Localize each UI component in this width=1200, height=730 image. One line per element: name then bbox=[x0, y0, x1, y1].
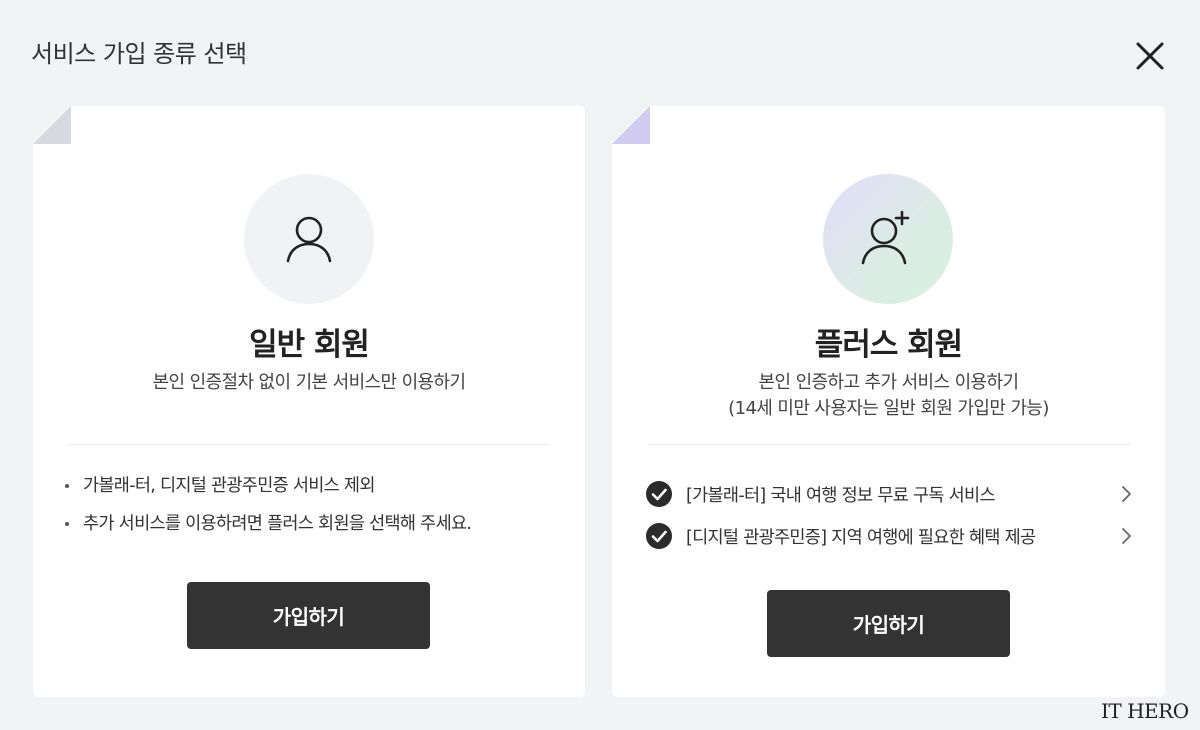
feature-text: [디지털 관광주민증] 지역 여행에 필요한 혜택 제공 bbox=[686, 527, 1036, 548]
check-circle-icon bbox=[646, 523, 672, 549]
close-button[interactable] bbox=[1130, 36, 1170, 76]
note-text: 가볼래-터, 디지털 관광주민증 서비스 제외 bbox=[83, 476, 375, 496]
chevron-right-icon[interactable] bbox=[1115, 483, 1137, 505]
basic-avatar bbox=[244, 174, 374, 304]
user-icon bbox=[286, 216, 332, 263]
subtitle-line: 본인 인증하고 추가 서비스 이용하기 bbox=[758, 372, 1019, 393]
subtitle-line: (14세 미만 사용자는 일반 회원 가입만 가능) bbox=[728, 398, 1049, 419]
plus-avatar bbox=[823, 174, 953, 304]
close-icon[interactable] bbox=[1130, 36, 1170, 76]
plus-member-title: 플러스 회원 bbox=[814, 327, 963, 363]
check-circle-icon bbox=[646, 481, 672, 507]
feature-text: [가볼래-터] 국내 여행 정보 무료 구독 서비스 bbox=[686, 485, 996, 506]
chevron-right-icon[interactable] bbox=[1115, 525, 1137, 547]
bullet-icon bbox=[65, 522, 69, 526]
divider bbox=[68, 444, 550, 445]
plus-join-button[interactable]: 가입하기 bbox=[767, 590, 1010, 657]
watermark: IT HERO bbox=[1101, 699, 1189, 723]
feature-item-gaboraeter[interactable]: [가볼래-터] 국내 여행 정보 무료 구독 서비스 bbox=[645, 473, 1137, 515]
card-corner-fold bbox=[612, 106, 650, 144]
basic-notes-list: 가볼래-터, 디지털 관광주민증 서비스 제외 추가 서비스를 이용하려면 플러… bbox=[61, 472, 472, 548]
list-item: 가볼래-터, 디지털 관광주민증 서비스 제외 bbox=[61, 472, 471, 510]
feature-item-digital-resident[interactable]: [디지털 관광주민증] 지역 여행에 필요한 혜택 제공 bbox=[645, 515, 1137, 557]
basic-member-title: 일반 회원 bbox=[249, 327, 370, 363]
plus-member-subtitle: 본인 인증하고 추가 서비스 이용하기 (14세 미만 사용자는 일반 회원 가… bbox=[612, 370, 1165, 422]
user-plus-icon bbox=[861, 210, 910, 265]
plus-feature-list: [가볼래-터] 국내 여행 정보 무료 구독 서비스 [디지털 관광주민증] 지… bbox=[645, 473, 1137, 557]
basic-join-button[interactable]: 가입하기 bbox=[187, 582, 430, 649]
divider bbox=[647, 444, 1130, 445]
plus-member-card: 플러스 회원 본인 인증하고 추가 서비스 이용하기 (14세 미만 사용자는 … bbox=[612, 106, 1165, 697]
basic-member-card: 일반 회원 본인 인증절차 없이 기본 서비스만 이용하기 가볼래-터, 디지털… bbox=[33, 106, 585, 697]
bullet-icon bbox=[65, 484, 69, 488]
note-text: 추가 서비스를 이용하려면 플러스 회원을 선택해 주세요. bbox=[83, 514, 472, 534]
list-item: 추가 서비스를 이용하려면 플러스 회원을 선택해 주세요. bbox=[61, 510, 472, 548]
card-corner-fold bbox=[33, 106, 71, 144]
modal-title: 서비스 가입 종류 선택 bbox=[31, 40, 247, 68]
basic-member-subtitle: 본인 인증절차 없이 기본 서비스만 이용하기 bbox=[152, 372, 466, 393]
